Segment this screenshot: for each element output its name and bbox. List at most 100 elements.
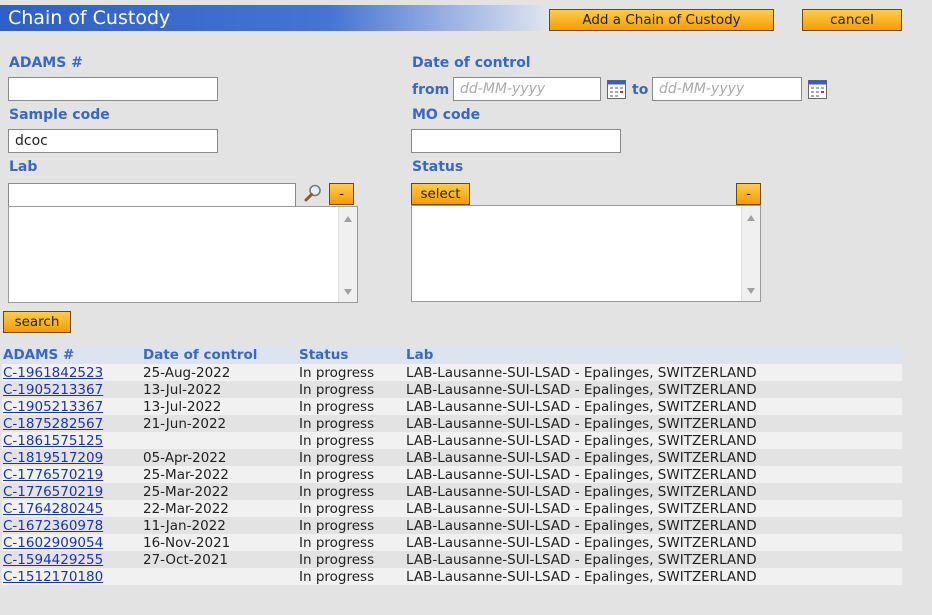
adams-input[interactable] bbox=[8, 77, 218, 101]
date-cell: 25-Mar-2022 bbox=[142, 466, 298, 483]
table-row: C-1602909054 16-Nov-2021 In progress LAB-La… bbox=[2, 534, 902, 551]
results-body: C-1961842523 25-Aug-2022 In progress LAB-La… bbox=[2, 364, 902, 585]
adams-cell: C-1594429255 bbox=[2, 551, 142, 568]
adams-cell: C-1764280245 bbox=[2, 500, 142, 517]
status-remove-button[interactable]: - bbox=[736, 183, 761, 205]
adams-cell: C-1602909054 bbox=[2, 534, 142, 551]
adams-cell: C-1512170180 bbox=[2, 568, 142, 585]
add-chain-of-custody-button[interactable]: Add a Chain of Custody bbox=[549, 9, 774, 31]
status-cell: In progress bbox=[298, 398, 405, 415]
table-row: C-1905213367 13-Jul-2022 In progress LAB-La… bbox=[2, 398, 902, 415]
adams-link[interactable]: C-1602909054 bbox=[3, 535, 103, 551]
adams-link[interactable]: C-1861575125 bbox=[3, 433, 103, 449]
adams-link[interactable]: C-1875282567 bbox=[3, 416, 103, 432]
sample-code-input[interactable] bbox=[8, 129, 218, 153]
date-cell: 22-Mar-2022 bbox=[142, 500, 298, 517]
status-cell: In progress bbox=[298, 364, 405, 381]
lab-cell: LAB-Lausanne-SUI-LSAD - Epalinges, SWITZ… bbox=[405, 551, 902, 568]
adams-cell: C-1905213367 bbox=[2, 381, 142, 398]
adams-cell: C-1875282567 bbox=[2, 415, 142, 432]
date-to-input[interactable] bbox=[652, 77, 802, 101]
table-row: C-1764280245 22-Mar-2022 In progress LAB-La… bbox=[2, 500, 902, 517]
lab-cell: LAB-Lausanne-SUI-LSAD - Epalinges, SWITZ… bbox=[405, 449, 902, 466]
cancel-button[interactable]: cancel bbox=[802, 9, 902, 31]
adams-link[interactable]: C-1672360978 bbox=[3, 518, 103, 534]
lab-cell: LAB-Lausanne-SUI-LSAD - Epalinges, SWITZ… bbox=[405, 483, 902, 500]
date-from-input[interactable] bbox=[453, 77, 601, 101]
column-header-date[interactable]: Date of control bbox=[142, 346, 298, 364]
status-listbox[interactable] bbox=[411, 205, 761, 302]
status-cell: In progress bbox=[298, 483, 405, 500]
adams-cell: C-1776570219 bbox=[2, 466, 142, 483]
lab-label: Lab bbox=[9, 159, 38, 175]
adams-link[interactable]: C-1776570219 bbox=[3, 484, 103, 500]
scroll-up-icon[interactable] bbox=[747, 215, 755, 221]
status-cell: In progress bbox=[298, 517, 405, 534]
adams-link[interactable]: C-1764280245 bbox=[3, 501, 103, 517]
scroll-up-icon[interactable] bbox=[344, 216, 352, 222]
lab-input[interactable] bbox=[8, 183, 296, 207]
adams-cell: C-1672360978 bbox=[2, 517, 142, 534]
lab-cell: LAB-Lausanne-SUI-LSAD - Epalinges, SWITZ… bbox=[405, 398, 902, 415]
date-to-label: to bbox=[632, 82, 649, 98]
lab-cell: LAB-Lausanne-SUI-LSAD - Epalinges, SWITZ… bbox=[405, 500, 902, 517]
lab-cell: LAB-Lausanne-SUI-LSAD - Epalinges, SWITZ… bbox=[405, 381, 902, 398]
adams-link[interactable]: C-1819517209 bbox=[3, 450, 103, 466]
search-button[interactable]: search bbox=[3, 311, 71, 333]
table-row: C-1875282567 21-Jun-2022 In progress LAB-La… bbox=[2, 415, 902, 432]
table-row: C-1776570219 25-Mar-2022 In progress LAB-La… bbox=[2, 466, 902, 483]
results-table: ADAMS # Date of control Status Lab C-196… bbox=[2, 346, 902, 585]
table-row: C-1961842523 25-Aug-2022 In progress LAB-La… bbox=[2, 364, 902, 381]
scroll-down-icon[interactable] bbox=[344, 289, 352, 295]
status-select-button[interactable]: select bbox=[411, 183, 470, 205]
magnifier-icon[interactable] bbox=[303, 183, 323, 203]
lab-cell: LAB-Lausanne-SUI-LSAD - Epalinges, SWITZ… bbox=[405, 568, 902, 585]
calendar-icon[interactable] bbox=[607, 80, 626, 99]
table-row: C-1776570219 25-Mar-2022 In progress LAB-La… bbox=[2, 483, 902, 500]
column-header-adams[interactable]: ADAMS # bbox=[2, 346, 142, 364]
column-header-status[interactable]: Status bbox=[298, 346, 405, 364]
date-cell: 13-Jul-2022 bbox=[142, 381, 298, 398]
mo-code-input[interactable] bbox=[411, 129, 621, 153]
table-row: C-1861575125 In progress LAB-Lausanne-SUI-… bbox=[2, 432, 902, 449]
mo-code-label: MO code bbox=[412, 107, 481, 123]
status-cell: In progress bbox=[298, 466, 405, 483]
table-row: C-1512170180 In progress LAB-Lausanne-SUI-… bbox=[2, 568, 902, 585]
table-row: C-1905213367 13-Jul-2022 In progress LAB-La… bbox=[2, 381, 902, 398]
adams-link[interactable]: C-1905213367 bbox=[3, 382, 103, 398]
date-of-control-label: Date of control bbox=[412, 55, 531, 71]
date-cell: 25-Aug-2022 bbox=[142, 364, 298, 381]
lab-cell: LAB-Lausanne-SUI-LSAD - Epalinges, SWITZ… bbox=[405, 432, 902, 449]
lab-remove-button[interactable]: - bbox=[329, 183, 354, 205]
table-row: C-1819517209 05-Apr-2022 In progress LAB-La… bbox=[2, 449, 902, 466]
adams-cell: C-1861575125 bbox=[2, 432, 142, 449]
status-cell: In progress bbox=[298, 449, 405, 466]
status-cell: In progress bbox=[298, 551, 405, 568]
date-cell bbox=[142, 568, 298, 585]
scroll-down-icon[interactable] bbox=[747, 288, 755, 294]
adams-link[interactable]: C-1905213367 bbox=[3, 399, 103, 415]
adams-link[interactable]: C-1512170180 bbox=[3, 569, 103, 585]
lab-cell: LAB-Lausanne-SUI-LSAD - Epalinges, SWITZ… bbox=[405, 466, 902, 483]
status-cell: In progress bbox=[298, 534, 405, 551]
status-label: Status bbox=[412, 159, 464, 175]
date-cell: 25-Mar-2022 bbox=[142, 483, 298, 500]
date-from-label: from bbox=[412, 82, 450, 98]
adams-link[interactable]: C-1961842523 bbox=[3, 365, 103, 381]
lab-listbox-scrollbar[interactable] bbox=[338, 207, 357, 302]
calendar-icon[interactable] bbox=[808, 80, 827, 99]
lab-listbox[interactable] bbox=[8, 206, 358, 303]
sample-code-label: Sample code bbox=[9, 107, 110, 123]
column-header-lab[interactable]: Lab bbox=[405, 346, 902, 364]
adams-link[interactable]: C-1776570219 bbox=[3, 467, 103, 483]
lab-cell: LAB-Lausanne-SUI-LSAD - Epalinges, SWITZ… bbox=[405, 364, 902, 381]
date-cell: 13-Jul-2022 bbox=[142, 398, 298, 415]
status-cell: In progress bbox=[298, 432, 405, 449]
table-row: C-1594429255 27-Oct-2021 In progress LAB-La… bbox=[2, 551, 902, 568]
table-header-row: ADAMS # Date of control Status Lab bbox=[2, 346, 902, 364]
lab-cell: LAB-Lausanne-SUI-LSAD - Epalinges, SWITZ… bbox=[405, 534, 902, 551]
lab-cell: LAB-Lausanne-SUI-LSAD - Epalinges, SWITZ… bbox=[405, 517, 902, 534]
adams-link[interactable]: C-1594429255 bbox=[3, 552, 103, 568]
status-listbox-scrollbar[interactable] bbox=[741, 206, 760, 301]
lab-cell: LAB-Lausanne-SUI-LSAD - Epalinges, SWITZ… bbox=[405, 415, 902, 432]
